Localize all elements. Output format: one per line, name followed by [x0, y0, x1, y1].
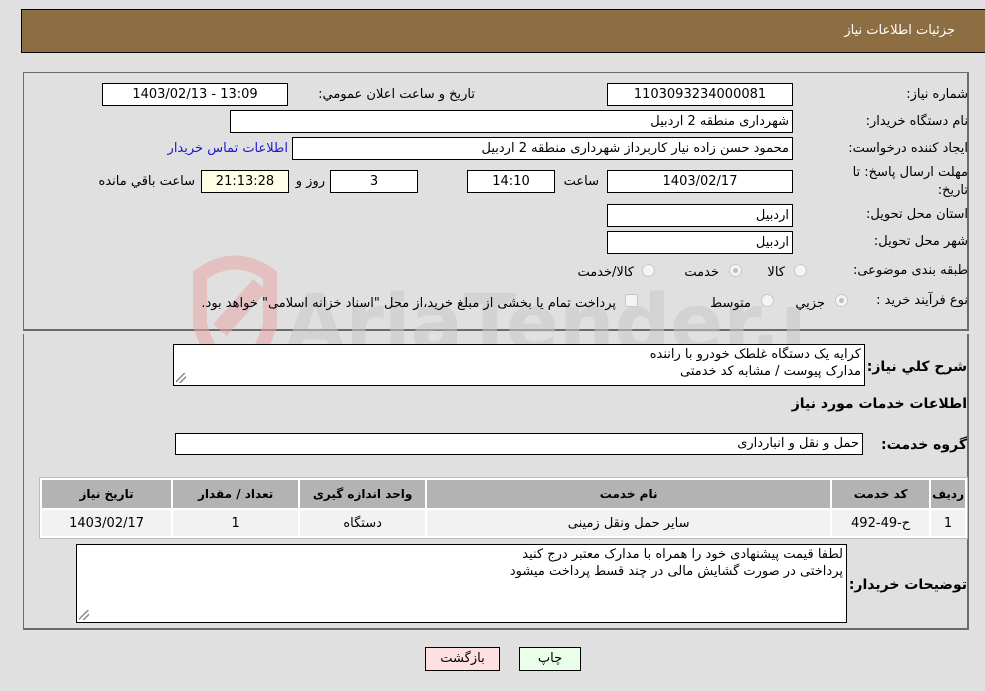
process-option-medium: متوسط — [710, 296, 751, 311]
buyer-contact-link[interactable]: اطلاعات تماس خريدار — [168, 141, 288, 156]
cell-qty: 1 — [173, 510, 299, 536]
page-title: جزئیات اطلاعات نیاز — [844, 23, 955, 38]
time-remaining-field[interactable]: 21:13:28 — [201, 170, 289, 193]
buyer-label: نام دستگاه خريدار: — [865, 114, 968, 129]
category-radio-goods[interactable] — [794, 264, 807, 277]
time-remaining-label: ساعت باقي مانده — [98, 174, 195, 189]
days-label: روز و — [295, 174, 325, 189]
process-radio-medium[interactable] — [761, 294, 774, 307]
category-radio-goods-service[interactable] — [642, 264, 655, 277]
col-unit-header: واحد اندازه گيری — [300, 480, 426, 508]
deadline-time-label: ساعت — [563, 174, 599, 189]
category-option-goods: کالا — [767, 265, 785, 280]
col-date-header: تاريخ نياز — [42, 480, 172, 508]
treasury-checkbox[interactable] — [625, 294, 638, 307]
province-field[interactable]: اردبیل — [607, 204, 793, 227]
category-option-goods-service: کالا/خدمت — [577, 265, 634, 280]
need-number-label: شماره نیاز: — [906, 87, 968, 102]
cell-date: 1403/02/17 — [42, 510, 172, 536]
buyer-notes-line: پرداختی در صورت گشايش مالی در چند قسط پر… — [509, 564, 843, 579]
category-label: طبقه بندی موضوعی: — [852, 263, 968, 278]
announce-date-label: تاريخ و ساعت اعلان عمومي: — [318, 87, 475, 102]
announce-date-field[interactable]: 1403/02/13 - 13:09 — [102, 83, 288, 106]
col-qty-header: تعداد / مقدار — [173, 480, 299, 508]
service-group-field[interactable]: حمل و نقل و انبارداری — [175, 433, 863, 455]
deadline-time-field[interactable]: 14:10 — [467, 170, 555, 193]
buyer-field[interactable]: شهرداری منطقه 2 اردبیل — [230, 110, 793, 133]
service-group-label: گروه خدمت: — [881, 437, 967, 453]
cell-code: ح-49-492 — [832, 510, 930, 536]
services-table: رديف کد خدمت نام خدمت واحد اندازه گيری ت… — [39, 477, 968, 539]
city-field[interactable]: اردبیل — [607, 231, 793, 254]
province-label: استان محل تحويل: — [866, 207, 968, 222]
description-line: مدارک پيوست / مشابه کد خدمتی — [680, 364, 861, 379]
creator-label: ايجاد کننده درخواست: — [848, 141, 968, 156]
services-section-title: اطلاعات خدمات مورد نياز — [791, 396, 967, 412]
description-label: شرح کلي نياز: — [866, 359, 967, 375]
cell-name: ساير حمل ونقل زمينی — [427, 510, 831, 536]
resize-grip-icon[interactable] — [79, 610, 89, 620]
need-number-field[interactable]: 1103093234000081 — [607, 83, 793, 106]
treasury-note: پرداخت تمام يا بخشی از مبلغ خريد،از محل … — [201, 296, 616, 311]
buyer-notes-label: توضيحات خريدار: — [848, 577, 967, 593]
category-option-service: خدمت — [684, 265, 719, 280]
description-line: کرايه يک دستگاه غلطک خودرو با راننده — [649, 347, 861, 362]
city-label: شهر محل تحويل: — [873, 234, 968, 249]
process-radio-minor[interactable] — [835, 294, 848, 307]
print-button[interactable]: چاپ — [519, 647, 581, 671]
col-code-header: کد خدمت — [832, 480, 930, 508]
table-row: 1 ح-49-492 ساير حمل ونقل زمينی دستگاه 1 … — [42, 510, 965, 536]
days-remaining-field[interactable]: 3 — [330, 170, 418, 193]
deadline-date-field[interactable]: 1403/02/17 — [607, 170, 793, 193]
deadline-label: مهلت ارسال پاسخ: تا تاریخ: — [852, 165, 968, 198]
buyer-notes-line: لطفا قيمت پيشنهادی خود را همراه با مدارک… — [522, 547, 843, 562]
back-button[interactable]: بازگشت — [425, 647, 500, 671]
cell-row: 1 — [931, 510, 965, 536]
buyer-notes-textarea[interactable]: لطفا قيمت پيشنهادی خود را همراه با مدارک… — [76, 544, 847, 623]
col-name-header: نام خدمت — [427, 480, 831, 508]
col-row-header: رديف — [931, 480, 965, 508]
creator-field[interactable]: محمود حسن زاده نیار کاربرداز شهرداری منط… — [292, 137, 793, 160]
table-header-row: رديف کد خدمت نام خدمت واحد اندازه گيری ت… — [42, 480, 965, 508]
cell-unit: دستگاه — [300, 510, 426, 536]
page-header: جزئیات اطلاعات نیاز — [21, 9, 985, 53]
category-radio-service[interactable] — [729, 264, 742, 277]
process-option-minor: جزيي — [795, 296, 825, 311]
process-label: نوع فرآيند خريد : — [876, 293, 968, 308]
resize-grip-icon[interactable] — [176, 373, 186, 383]
description-textarea[interactable]: کرايه يک دستگاه غلطک خودرو با راننده مدا… — [173, 344, 865, 386]
